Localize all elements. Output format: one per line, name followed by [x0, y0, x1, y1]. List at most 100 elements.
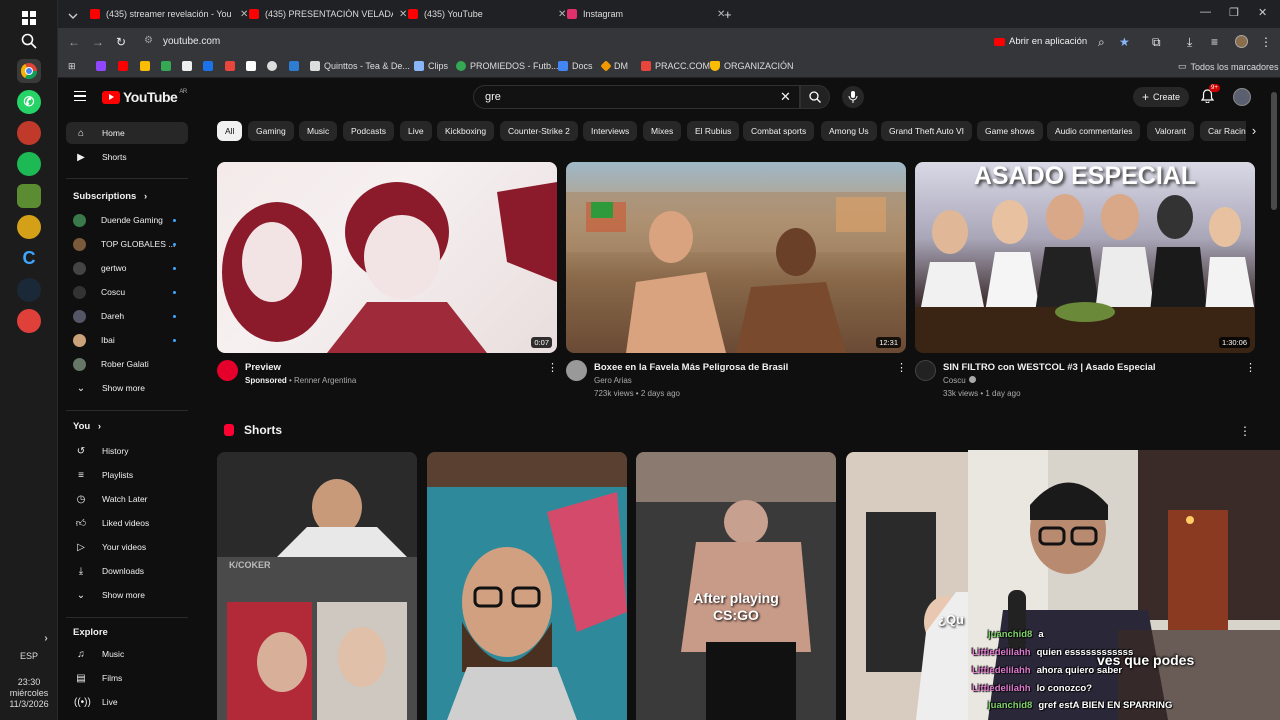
- tab-search-icon[interactable]: ≡: [1211, 35, 1218, 49]
- search-button[interactable]: [800, 85, 830, 109]
- search-icon[interactable]: [17, 29, 41, 53]
- video-channel[interactable]: Gero Arias: [594, 376, 632, 385]
- channel-avatar[interactable]: [915, 360, 936, 381]
- new-tab-button[interactable]: +: [724, 4, 732, 24]
- chip-all[interactable]: All: [217, 121, 243, 141]
- browser-tab-2[interactable]: (435) YouTube ✕: [408, 4, 566, 24]
- sidebar-item-liked-videos[interactable]: 👍︎ Liked videos: [66, 512, 188, 534]
- chip-music[interactable]: Music: [299, 121, 338, 141]
- bookmark-item[interactable]: PRACC.COM: [641, 61, 710, 71]
- subscription-item[interactable]: gertwo: [66, 257, 188, 279]
- keep-bookmark-icon[interactable]: [140, 61, 154, 71]
- page-scrollbar[interactable]: [1271, 92, 1277, 210]
- more-actions-icon[interactable]: ⋮: [547, 361, 558, 374]
- sidebar-item-watch-later[interactable]: ◷ Watch Later: [66, 488, 188, 510]
- clock-time[interactable]: 23:30: [0, 677, 58, 688]
- search-input[interactable]: gre ✕: [473, 85, 800, 109]
- close-tab-icon[interactable]: ✕: [558, 9, 566, 20]
- calendar-bookmark-icon[interactable]: [203, 61, 217, 71]
- you-show-more[interactable]: ⌄ Show more: [66, 584, 188, 606]
- subscription-item[interactable]: Rober Galati: [66, 353, 188, 375]
- download-icon[interactable]: ⤓: [1187, 35, 1192, 50]
- video-title[interactable]: Preview: [245, 362, 281, 373]
- chip-podcasts[interactable]: Podcasts: [343, 121, 394, 141]
- subscription-item[interactable]: Coscu: [66, 281, 188, 303]
- subscriptions-show-more[interactable]: ⌄ Show more: [66, 377, 188, 399]
- profile-avatar[interactable]: [1235, 35, 1248, 48]
- clear-search-icon[interactable]: ✕: [780, 89, 791, 105]
- browser-tab-0[interactable]: (435) streamer revelación - You ✕: [90, 4, 248, 24]
- video-title[interactable]: Boxee en la Favela Más Peligrosa de Bras…: [594, 362, 788, 373]
- bookmark-item[interactable]: ORGANIZACIÓN: [710, 61, 794, 71]
- chip-el-rubius[interactable]: El Rubius: [687, 121, 740, 141]
- video-channel[interactable]: Coscu: [943, 376, 976, 385]
- sidebar-item-playlists[interactable]: ≡ Playlists: [66, 464, 188, 486]
- chevron-right-icon[interactable]: ›: [38, 626, 54, 650]
- twitch-bookmark-icon[interactable]: [96, 61, 110, 71]
- short-card[interactable]: [427, 452, 627, 720]
- account-avatar[interactable]: [1233, 88, 1251, 106]
- sidebar-item-downloads[interactable]: ⤓ Downloads: [66, 560, 188, 582]
- chip-game-shows[interactable]: Game shows: [977, 121, 1043, 141]
- bookmark-star-icon[interactable]: ★: [1119, 35, 1130, 49]
- bookmark-item[interactable]: Docs: [558, 61, 593, 71]
- chip-car-racing[interactable]: Car Racin: [1200, 121, 1246, 141]
- subscription-item[interactable]: Ibai: [66, 329, 188, 351]
- chip-kickboxing[interactable]: Kickboxing: [437, 121, 495, 141]
- sidebar-item-live[interactable]: ((•)) Live: [66, 691, 188, 713]
- app-bookmark-icon[interactable]: [225, 61, 239, 71]
- subscription-item[interactable]: Duende Gaming: [66, 209, 188, 231]
- steam-icon[interactable]: [17, 278, 41, 302]
- tab-list-icon[interactable]: [68, 6, 78, 26]
- extensions-icon[interactable]: ⧉: [1152, 35, 1161, 50]
- close-window-icon[interactable]: ✕: [1258, 6, 1267, 19]
- you-heading[interactable]: You ›: [73, 421, 101, 432]
- spotify-icon[interactable]: [17, 152, 41, 176]
- drive-bookmark-icon[interactable]: [161, 61, 175, 71]
- subscription-item[interactable]: TOP GLOBALES ...: [66, 233, 188, 255]
- shelf-more-icon[interactable]: ⋮: [1239, 424, 1251, 438]
- address-bar-url[interactable]: youtube.com: [163, 36, 220, 47]
- sidebar-item-history[interactable]: ↺ History: [66, 440, 188, 462]
- browser-menu-icon[interactable]: ⋮: [1260, 35, 1272, 49]
- close-tab-icon[interactable]: ✕: [399, 9, 407, 20]
- forward-icon[interactable]: →: [92, 35, 104, 49]
- notifications-button[interactable]: 9+: [1200, 84, 1220, 105]
- app-bookmark-icon[interactable]: [267, 61, 281, 71]
- video-thumbnail[interactable]: 0:07: [217, 162, 557, 353]
- sidebar-item-shorts[interactable]: ▶ Shorts: [66, 146, 188, 168]
- chip-audio-commentaries[interactable]: Audio commentaries: [1047, 121, 1141, 141]
- browser-tab-1[interactable]: (435) PRESENTACIÓN VELADA ✕: [249, 4, 407, 24]
- chip-combat-sports[interactable]: Combat sports: [743, 121, 815, 141]
- browser-tab-3[interactable]: Instagram ✕: [567, 4, 725, 24]
- channel-avatar[interactable]: [217, 360, 238, 381]
- more-actions-icon[interactable]: ⋮: [896, 361, 907, 374]
- whatsapp-icon[interactable]: ✆: [17, 90, 41, 114]
- windows-start-icon[interactable]: [17, 6, 41, 30]
- youtube-bookmark-icon[interactable]: [118, 61, 132, 71]
- bookmark-item[interactable]: PROMIEDOS - Futb...: [456, 61, 559, 71]
- short-card[interactable]: After playing CS:GO: [636, 452, 836, 720]
- chips-next-icon[interactable]: ›: [1246, 121, 1262, 141]
- youtube-logo[interactable]: YouTube AR: [102, 89, 187, 105]
- voice-search-button[interactable]: [842, 86, 864, 108]
- sidebar-item-your-videos[interactable]: ▷ Your videos: [66, 536, 188, 558]
- app-icon[interactable]: [17, 309, 41, 333]
- app-bookmark-icon[interactable]: [289, 61, 303, 71]
- chip-interviews[interactable]: Interviews: [583, 121, 638, 141]
- restore-icon[interactable]: ❐: [1229, 6, 1239, 19]
- zoom-icon[interactable]: ⌕: [1098, 35, 1105, 50]
- chip-gaming[interactable]: Gaming: [248, 121, 294, 141]
- sidebar-item-films[interactable]: ▤ Films: [66, 667, 188, 689]
- create-button[interactable]: + Create: [1133, 87, 1190, 107]
- facebook-bookmark-icon[interactable]: [246, 61, 260, 71]
- bookmark-item[interactable]: DM: [600, 60, 628, 72]
- chip-among-us[interactable]: Among Us: [821, 121, 877, 141]
- back-icon[interactable]: ←: [68, 35, 80, 49]
- minimize-icon[interactable]: —: [1200, 6, 1211, 18]
- bookmark-item[interactable]: Clips: [414, 61, 448, 71]
- chip-counter-strike[interactable]: Counter-Strike 2: [500, 121, 578, 141]
- all-bookmarks-button[interactable]: ▭ Todos los marcadores: [1178, 61, 1279, 72]
- chip-valorant[interactable]: Valorant: [1147, 121, 1195, 141]
- reload-icon[interactable]: ↻: [116, 35, 126, 49]
